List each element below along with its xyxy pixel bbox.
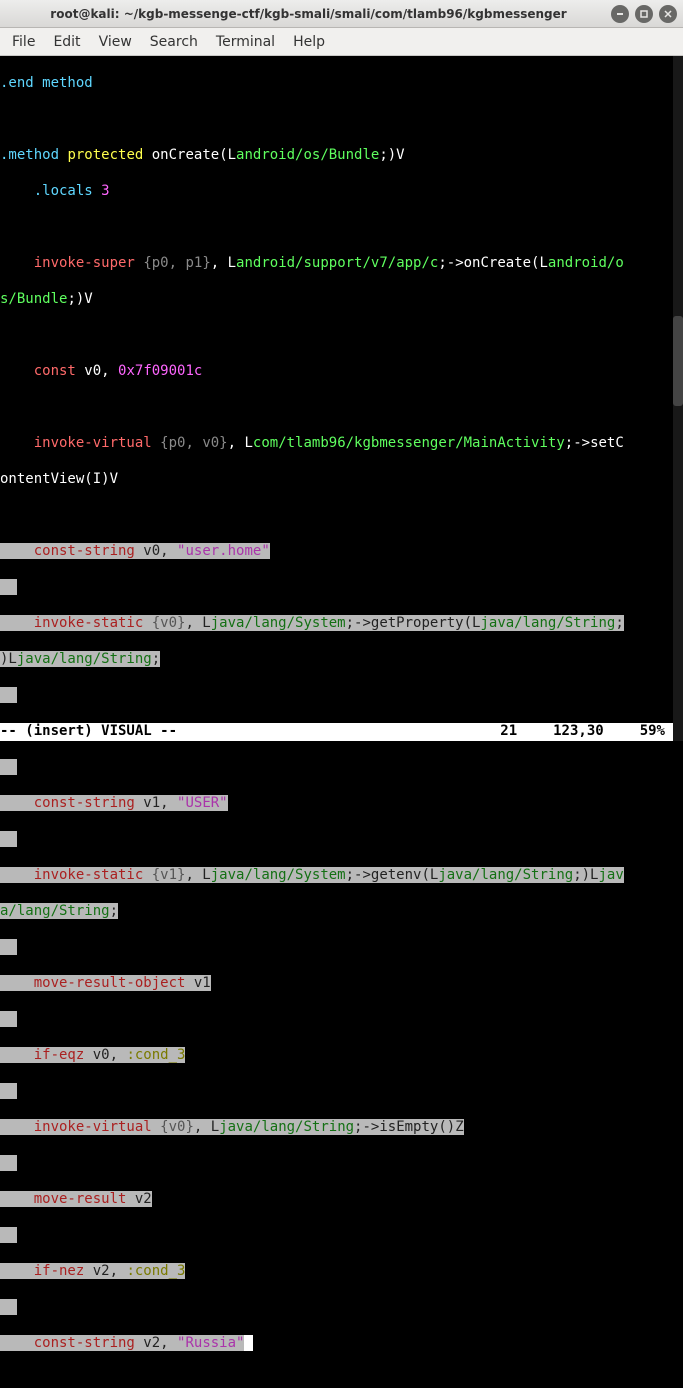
- label: :cond_3: [126, 1047, 185, 1063]
- menu-help[interactable]: Help: [285, 32, 333, 52]
- hex: 0x7f09001c: [118, 363, 202, 379]
- close-button[interactable]: [659, 5, 677, 23]
- op-const: const: [34, 363, 76, 379]
- vim-position: 123,30: [517, 723, 604, 741]
- kw-locals: .locals: [34, 183, 93, 199]
- op-invoke-virtual: invoke-virtual: [34, 435, 152, 451]
- code-content[interactable]: .end method .method protected onCreate(L…: [0, 56, 673, 1388]
- window-title: root@kali: ~/kgb-messenge-ctf/kgb-smali/…: [6, 7, 611, 21]
- vim-col: 21: [464, 723, 517, 741]
- scrollbar-thumb[interactable]: [673, 316, 683, 406]
- op-if-nez: if-nez: [34, 1263, 85, 1279]
- op-move-result: move-result: [34, 1191, 127, 1207]
- kw-end: .end method: [0, 75, 93, 91]
- sig-end: ;)V: [379, 147, 404, 163]
- menubar: File Edit View Search Terminal Help: [0, 28, 683, 56]
- window-controls: [611, 5, 677, 23]
- str-russia: "Russia": [177, 1335, 244, 1351]
- vim-status-line: -- (insert) VISUAL -- 21 123,30 59%: [0, 723, 673, 741]
- sig: onCreate(L: [143, 147, 236, 163]
- regs: {p0, p1}: [143, 255, 210, 271]
- cls: android/os/Bundle: [236, 147, 379, 163]
- menu-terminal[interactable]: Terminal: [208, 32, 283, 52]
- op-const-string: const-string: [34, 543, 135, 559]
- menu-edit[interactable]: Edit: [45, 32, 88, 52]
- num: 3: [101, 183, 109, 199]
- str-user-home: "user.home": [177, 543, 270, 559]
- window-titlebar: root@kali: ~/kgb-messenge-ctf/kgb-smali/…: [0, 0, 683, 28]
- scrollbar[interactable]: [673, 56, 683, 741]
- vim-mode: -- (insert) VISUAL --: [0, 723, 177, 741]
- minimize-button[interactable]: [611, 5, 629, 23]
- op-invoke-super: invoke-super: [34, 255, 135, 271]
- kw-protected: protected: [67, 147, 143, 163]
- op-if-eqz: if-eqz: [34, 1047, 85, 1063]
- cursor: [244, 1335, 252, 1351]
- vim-percent: 59%: [604, 723, 673, 741]
- str-user: "USER": [177, 795, 228, 811]
- menu-view[interactable]: View: [91, 32, 140, 52]
- menu-file[interactable]: File: [4, 32, 43, 52]
- kw-method: .method: [0, 147, 59, 163]
- maximize-button[interactable]: [635, 5, 653, 23]
- terminal-area[interactable]: .end method .method protected onCreate(L…: [0, 56, 683, 741]
- menu-search[interactable]: Search: [142, 32, 206, 52]
